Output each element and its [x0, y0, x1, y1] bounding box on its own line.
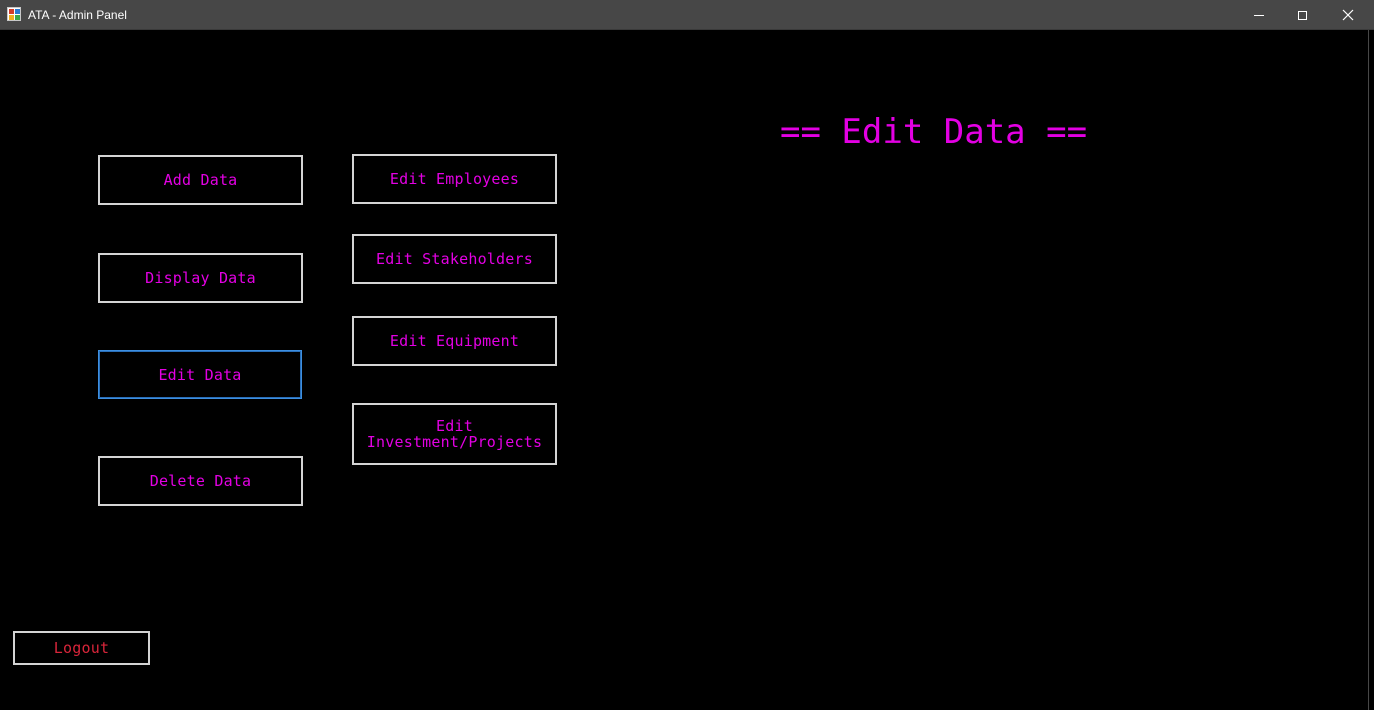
edit-investment-projects-button[interactable]: Edit Investment/Projects: [352, 403, 557, 465]
minimize-button[interactable]: [1236, 0, 1282, 30]
edit-employees-button[interactable]: Edit Employees: [352, 154, 557, 204]
window-title: ATA - Admin Panel: [28, 8, 127, 22]
title-bar[interactable]: ATA - Admin Panel: [0, 0, 1374, 30]
close-button[interactable]: [1325, 0, 1371, 30]
add-data-button[interactable]: Add Data: [98, 155, 303, 205]
close-icon: [1342, 9, 1354, 21]
edit-equipment-button[interactable]: Edit Equipment: [352, 316, 557, 366]
admin-panel-window: ATA - Admin Panel Add Data Display Data …: [0, 0, 1374, 710]
maximize-button[interactable]: [1279, 0, 1325, 30]
display-data-button[interactable]: Display Data: [98, 253, 303, 303]
delete-data-button[interactable]: Delete Data: [98, 456, 303, 506]
app-icon[interactable]: [7, 7, 21, 21]
edit-data-button[interactable]: Edit Data: [98, 350, 302, 399]
edit-stakeholders-button[interactable]: Edit Stakeholders: [352, 234, 557, 284]
maximize-icon: [1297, 10, 1307, 20]
logout-button[interactable]: Logout: [13, 631, 150, 665]
window-border: [1368, 30, 1369, 710]
minimize-icon: [1254, 14, 1264, 16]
page-title: == Edit Data ==: [780, 112, 1088, 152]
